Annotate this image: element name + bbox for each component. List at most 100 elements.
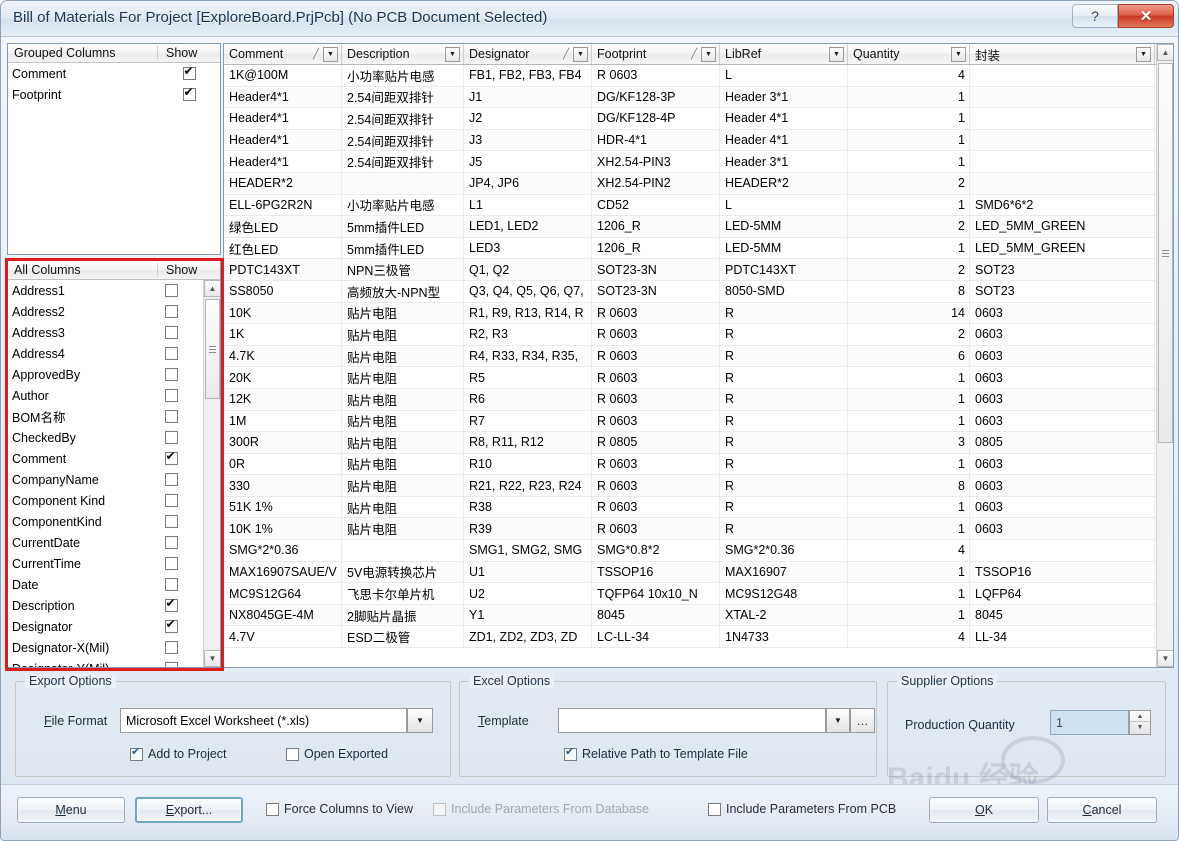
grouped-column-item-checkbox[interactable] xyxy=(182,86,196,101)
table-row[interactable]: ELL-6PG2R2N 小功率贴片电感 L1 CD52 L 1 SMD6*6*2 xyxy=(224,194,1173,217)
all-column-item-checkbox[interactable] xyxy=(164,494,178,507)
table-row[interactable]: SMG*2*0.36 SMG1, SMG2, SMG SMG*0.8*2 SMG*2*… xyxy=(224,540,1173,562)
all-column-item-show-cell[interactable] xyxy=(140,284,202,297)
all-column-item-checkbox[interactable] xyxy=(164,641,178,654)
all-column-item-checkbox[interactable] xyxy=(164,662,178,667)
all-column-item-show-cell[interactable] xyxy=(140,431,202,444)
all-column-item-checkbox[interactable] xyxy=(164,347,178,360)
table-row[interactable]: 0R 贴片电阻 R10 R 0603 R 1 0603 xyxy=(224,453,1173,476)
table-column-header[interactable]: Designator ╱ ▼ xyxy=(464,44,592,64)
all-column-item-show-cell[interactable] xyxy=(140,536,202,549)
template-chevron-down-icon[interactable]: ▼ xyxy=(826,708,850,733)
all-column-item-show-cell[interactable] xyxy=(140,557,202,570)
table-row[interactable]: 12K 贴片电阻 R6 R 0603 R 1 0603 xyxy=(224,388,1173,411)
all-column-item-checkbox[interactable] xyxy=(164,578,178,591)
all-column-item[interactable]: ApprovedBy xyxy=(8,364,202,385)
stepper-up-icon[interactable]: ▲ xyxy=(1130,711,1150,722)
all-column-item-show-cell[interactable] xyxy=(140,515,202,528)
table-row[interactable]: Header4*1 2.54间距双排针 J2 DG/KF128-4P Header 4*… xyxy=(224,108,1173,130)
all-column-item[interactable]: CheckedBy xyxy=(8,427,202,448)
grouped-columns-list[interactable]: Comment Footprint xyxy=(8,63,220,254)
all-column-item[interactable]: ComponentKind xyxy=(8,511,202,532)
table-column-header[interactable]: 封装 ▼ xyxy=(970,44,1155,64)
all-column-item-checkbox[interactable] xyxy=(164,597,178,612)
table-row[interactable]: PDTC143XT NPN三极管 Q1, Q2 SOT23-3N PDTC143XT 2 S… xyxy=(224,259,1173,281)
all-column-item[interactable]: Address3 xyxy=(8,322,202,343)
add-to-project-checkbox[interactable]: Add to Project xyxy=(130,746,227,761)
production-quantity-stepper[interactable]: ▲ ▼ xyxy=(1129,710,1151,735)
relative-path-checkbox[interactable]: Relative Path to Template File xyxy=(564,746,748,761)
all-column-item-show-cell[interactable] xyxy=(140,450,202,465)
table-row[interactable]: 1M 贴片电阻 R7 R 0603 R 1 0603 xyxy=(224,410,1173,433)
all-columns-scrollbar[interactable]: ▲ ▼ xyxy=(203,280,220,667)
all-column-item-checkbox[interactable] xyxy=(164,473,178,486)
all-column-item[interactable]: Description xyxy=(8,595,202,616)
export-button[interactable]: Export... xyxy=(135,797,243,823)
ok-button[interactable]: OK xyxy=(929,797,1039,823)
all-column-item-checkbox[interactable] xyxy=(164,431,178,444)
all-column-item-checkbox[interactable] xyxy=(164,536,178,549)
all-column-item-show-cell[interactable] xyxy=(140,494,202,507)
column-filter-chevron-down-icon[interactable]: ▼ xyxy=(1136,46,1151,62)
all-column-item-show-cell[interactable] xyxy=(140,389,202,402)
force-columns-checkbox[interactable]: Force Columns to View xyxy=(266,802,413,816)
open-exported-checkbox[interactable]: Open Exported xyxy=(286,747,388,761)
all-column-item-show-cell[interactable] xyxy=(140,326,202,339)
all-column-item-show-cell[interactable] xyxy=(140,618,202,633)
all-column-item-checkbox[interactable] xyxy=(164,368,178,381)
all-column-item[interactable]: Designator xyxy=(8,616,202,637)
all-column-item[interactable]: Component Kind xyxy=(8,490,202,511)
table-row[interactable]: Header4*1 2.54间距双排针 J3 HDR-4*1 Header 4*1 1 xyxy=(224,129,1173,152)
all-column-item[interactable]: Address4 xyxy=(8,343,202,364)
all-column-item[interactable]: CurrentDate xyxy=(8,532,202,553)
table-body[interactable]: 1K@100M 小功率贴片电感 FB1, FB2, FB3, FB4 R 0603 L 4… xyxy=(224,65,1173,649)
all-column-item[interactable]: BOM名称 xyxy=(8,406,202,427)
table-row[interactable]: 绿色LED 5mm插件LED LED1, LED2 1206_R LED-5MM 2 LED… xyxy=(224,216,1173,238)
all-column-item[interactable]: CurrentTime xyxy=(8,553,202,574)
column-filter-chevron-down-icon[interactable]: ▼ xyxy=(951,46,966,62)
all-column-item-checkbox[interactable] xyxy=(164,410,178,423)
column-filter-chevron-down-icon[interactable]: ▼ xyxy=(573,46,588,62)
template-input[interactable] xyxy=(558,708,826,733)
production-quantity-input[interactable]: 1 xyxy=(1050,710,1129,735)
all-column-item[interactable]: Address1 xyxy=(8,280,202,301)
close-icon[interactable]: ✕ xyxy=(1118,4,1174,28)
scroll-up-icon[interactable]: ▲ xyxy=(204,280,220,297)
table-row[interactable]: Header4*1 2.54间距双排针 J5 XH2.54-PIN3 Header 3*… xyxy=(224,151,1173,173)
grouped-column-item[interactable]: Footprint xyxy=(8,84,220,105)
template-browse-button[interactable]: … xyxy=(850,708,875,733)
all-column-item-show-cell[interactable] xyxy=(140,597,202,612)
table-scrollbar[interactable]: ▲ ▼ xyxy=(1156,44,1173,667)
table-row[interactable]: 4.7K 贴片电阻 R4, R33, R34, R35, R 0603 R 6 0603 xyxy=(224,345,1173,368)
all-column-item-show-cell[interactable] xyxy=(140,368,202,381)
all-column-item-show-cell[interactable] xyxy=(140,662,202,667)
all-column-item[interactable]: Author xyxy=(8,385,202,406)
table-row[interactable]: 51K 1% 贴片电阻 R38 R 0603 R 1 0603 xyxy=(224,496,1173,519)
table-row[interactable]: 300R 贴片电阻 R8, R11, R12 R 0805 R 3 0805 xyxy=(224,432,1173,454)
all-column-item-show-cell[interactable] xyxy=(140,305,202,318)
table-scroll-up-icon[interactable]: ▲ xyxy=(1157,44,1173,61)
table-row[interactable]: 1K@100M 小功率贴片电感 FB1, FB2, FB3, FB4 R 0603 L 4 xyxy=(224,65,1173,87)
table-column-header[interactable]: Quantity ▼ xyxy=(848,44,970,64)
all-column-item[interactable]: Address2 xyxy=(8,301,202,322)
all-column-item-checkbox[interactable] xyxy=(164,284,178,297)
table-row[interactable]: NX8045GE-4M 2脚贴片晶振 Y1 8045 XTAL-2 1 8045 xyxy=(224,604,1173,627)
table-row[interactable]: Header4*1 2.54间距双排针 J1 DG/KF128-3P Header 3*… xyxy=(224,86,1173,109)
table-column-header[interactable]: Footprint ╱ ▼ xyxy=(592,44,720,64)
all-column-item-checkbox[interactable] xyxy=(164,618,178,633)
grouped-column-item-checkbox[interactable] xyxy=(182,65,196,80)
all-column-item[interactable]: Designator-X(Mil) xyxy=(8,637,202,658)
all-column-item-checkbox[interactable] xyxy=(164,326,178,339)
table-row[interactable]: 20K 贴片电阻 R5 R 0603 R 1 0603 xyxy=(224,367,1173,389)
table-row[interactable]: 1K 贴片电阻 R2, R3 R 0603 R 2 0603 xyxy=(224,324,1173,346)
table-row[interactable]: SS8050 高频放大-NPN型 Q3, Q4, Q5, Q6, Q7, SOT23-… xyxy=(224,280,1173,303)
include-pcb-checkbox[interactable]: Include Parameters From PCB xyxy=(708,802,896,816)
table-column-header[interactable]: LibRef ▼ xyxy=(720,44,848,64)
table-row[interactable]: 4.7V ESD二极管 ZD1, ZD2, ZD3, ZD LC-LL-34 1N473… xyxy=(224,626,1173,649)
all-column-item-checkbox[interactable] xyxy=(164,557,178,570)
all-column-item-checkbox[interactable] xyxy=(164,305,178,318)
table-scrollbar-thumb[interactable] xyxy=(1158,63,1173,443)
all-column-item[interactable]: Comment xyxy=(8,448,202,469)
all-column-item-show-cell[interactable] xyxy=(140,641,202,654)
menu-button[interactable]: Menu xyxy=(17,797,125,823)
